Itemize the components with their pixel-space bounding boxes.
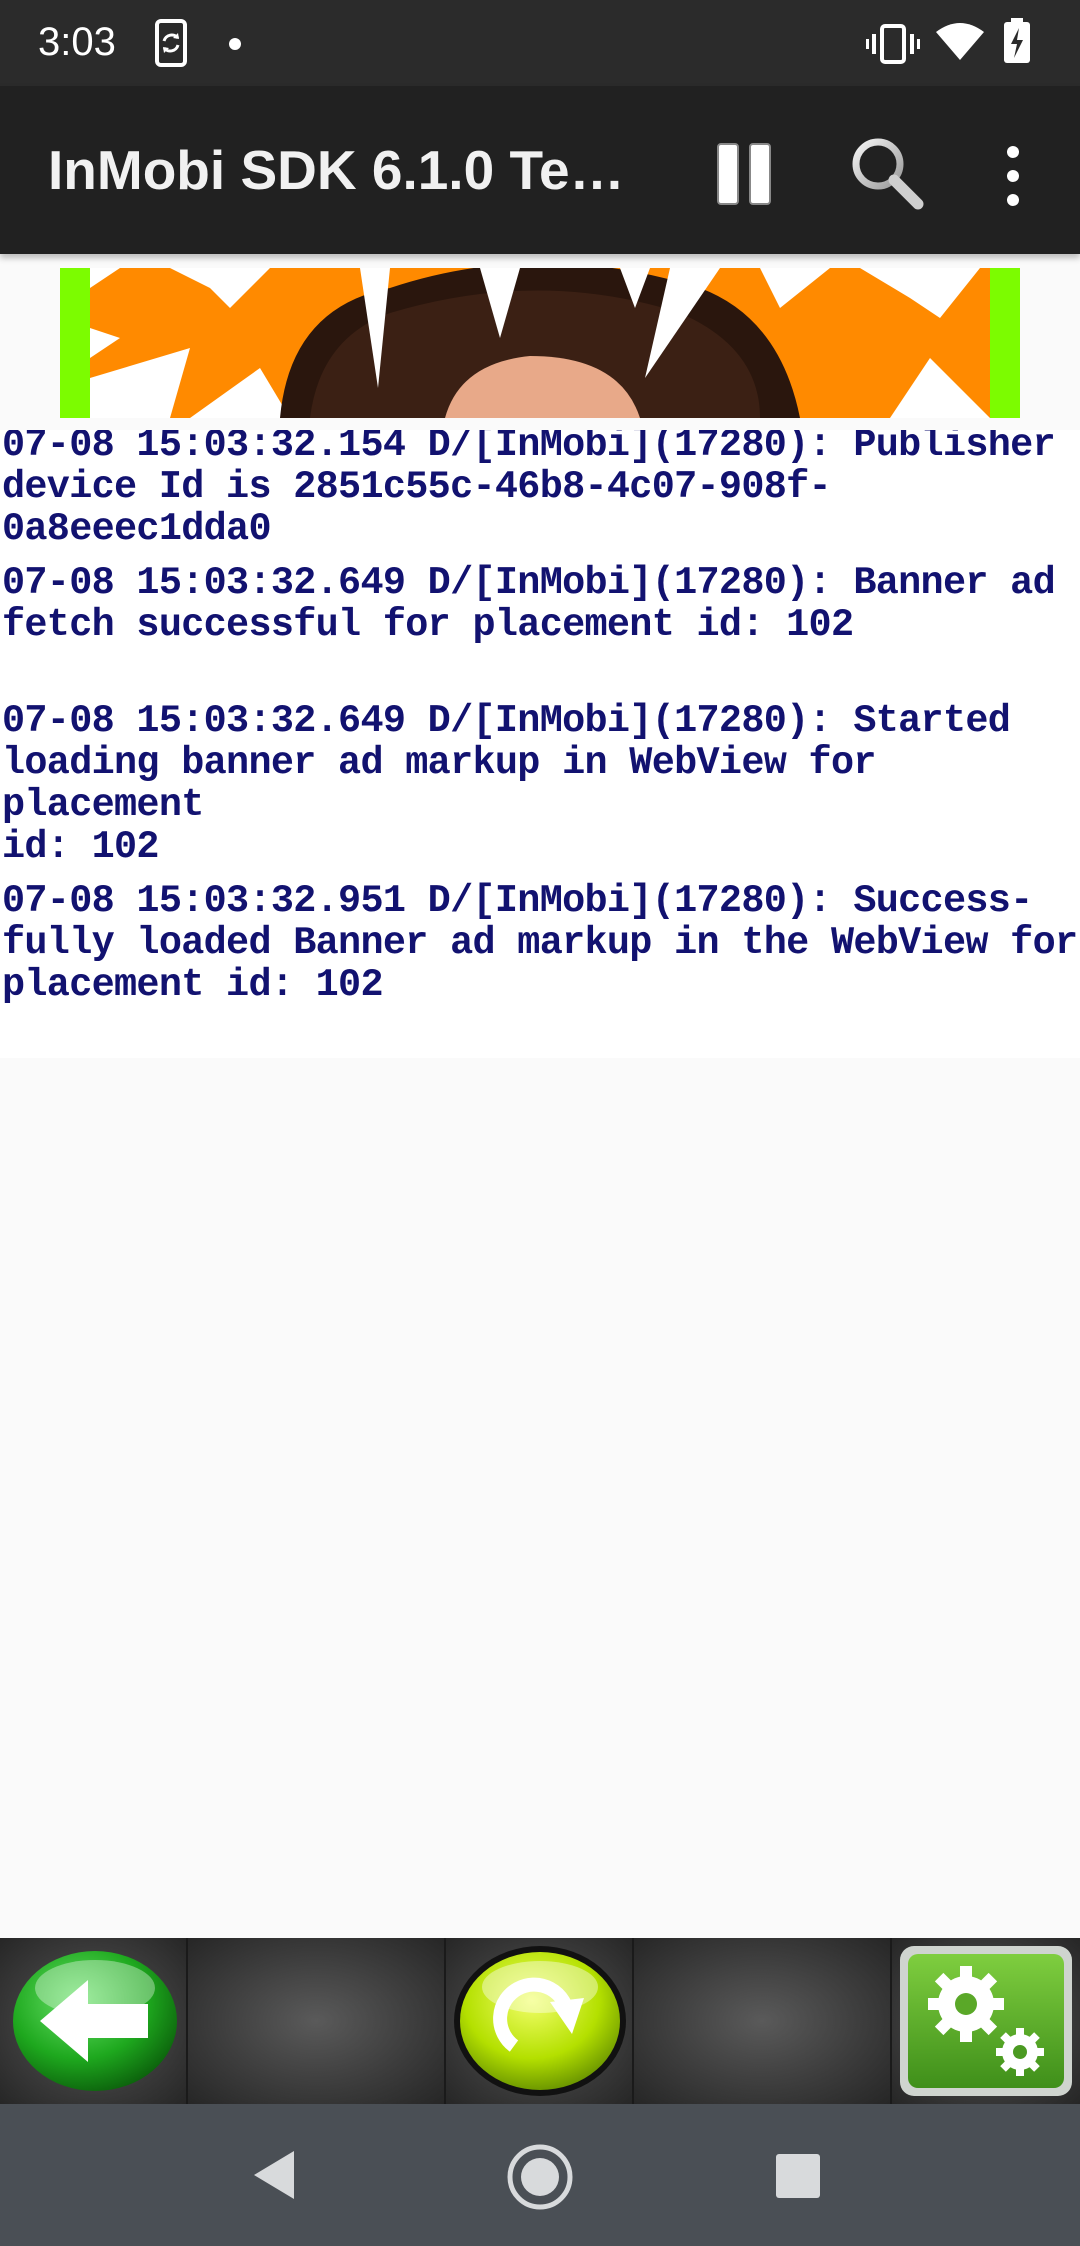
refresh-icon[interactable] [450,1942,630,2100]
notification-dot-icon [229,38,241,50]
back-arrow-icon[interactable] [10,1948,180,2094]
screen: 3:03 InMobi SDK 6.1.0 Te… 07-08 15:03:32… [0,0,1080,2246]
status-bar: 3:03 [0,0,1080,86]
search-icon[interactable] [848,134,928,214]
settings-gears-icon[interactable] [896,1942,1076,2100]
banner-ad[interactable] [60,268,1020,418]
toolbar-divider [632,1938,634,2104]
nav-back-icon[interactable] [250,2147,298,2203]
log-entry: 07-08 15:03:32.649 D/[InMobi](17280): Ba… [2,561,1056,647]
log-panel[interactable]: 07-08 15:03:32.154 D/[InMobi](17280): Pu… [0,430,1080,1058]
log-entry: 07-08 15:03:32.951 D/[InMobi](17280): Su… [2,879,1078,1007]
log-entry: 07-08 15:03:32.154 D/[InMobi](17280): Pu… [2,430,1056,551]
log-entry: 07-08 15:03:32.649 D/[InMobi](17280): St… [2,699,1011,869]
nav-home-icon[interactable] [505,2142,575,2212]
nav-recents-icon[interactable] [776,2154,820,2198]
system-nav-bar [0,2104,1080,2246]
wifi-icon [936,23,984,60]
app-title: InMobi SDK 6.1.0 Te… [48,139,625,201]
app-bar: InMobi SDK 6.1.0 Te… [0,86,1080,254]
bottom-toolbar [0,1938,1080,2104]
battery-icon [1004,18,1030,63]
toolbar-divider [890,1938,892,2104]
toolbar-cell [634,1938,890,2104]
toolbar-divider [444,1938,446,2104]
toolbar-cell [188,1938,444,2104]
toolbar-divider [186,1938,188,2104]
status-time: 3:03 [38,20,116,64]
pause-icon[interactable] [706,138,782,210]
vibrate-icon [866,24,920,64]
phone-sync-icon [155,19,187,67]
more-vert-icon[interactable] [988,136,1038,216]
